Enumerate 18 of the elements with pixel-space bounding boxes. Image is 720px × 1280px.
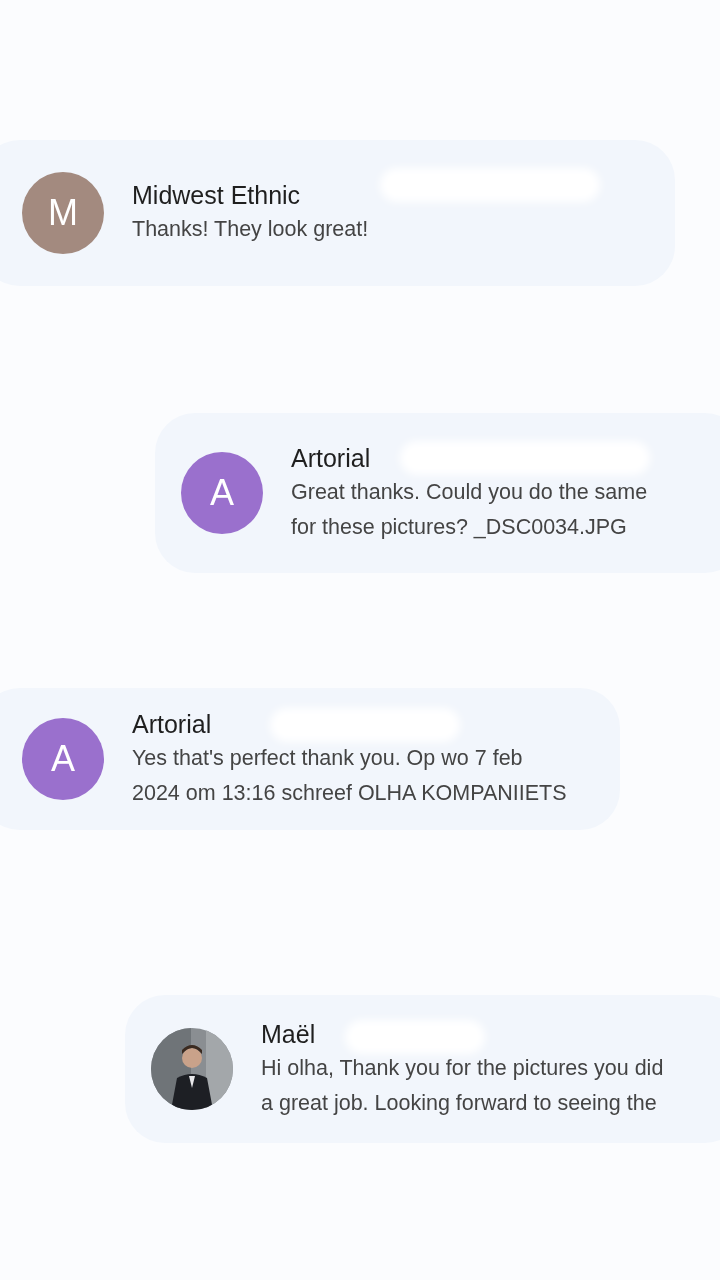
- message-preview: Yes that's perfect thank you. Op wo 7 feb: [132, 744, 523, 772]
- avatar: A: [181, 452, 263, 534]
- message-preview: 2024 om 13:16 schreef OLHA KOMPANIIETS: [132, 779, 567, 807]
- message-preview: Great thanks. Could you do the same: [291, 478, 648, 506]
- message-preview: Hi olha, Thank you for the pictures you did: [261, 1054, 664, 1082]
- notification-card[interactable]: A Artorial Yes that's perfect thank you. Op wo 7 feb 2024 om 13:16 schreef OLHA KOMPANIIETS: [0, 688, 620, 830]
- notification-card[interactable]: Maël Hi olha, Thank you for the pictures you did a great job. Looking forward to seeing the: [125, 995, 720, 1143]
- sender-name: Maël: [261, 1019, 316, 1049]
- notification-card[interactable]: A Artorial Great thanks. Could you do the same for these pictures? _DSC0034.JPG: [155, 413, 720, 573]
- message-preview: for these pictures? _DSC0034.JPG: [291, 513, 627, 541]
- sender-name: Midwest Ethnic: [132, 181, 301, 210]
- avatar: M: [22, 172, 104, 254]
- avatar: A: [22, 718, 104, 800]
- sender-name: Artorial: [132, 709, 212, 739]
- message-preview: Thanks! They look great!: [132, 216, 369, 243]
- sender-name: Artorial: [291, 443, 371, 473]
- message-preview: a great job. Looking forward to seeing the: [261, 1089, 657, 1117]
- notification-card[interactable]: M Midwest Ethnic Thanks! They look great!: [0, 140, 675, 286]
